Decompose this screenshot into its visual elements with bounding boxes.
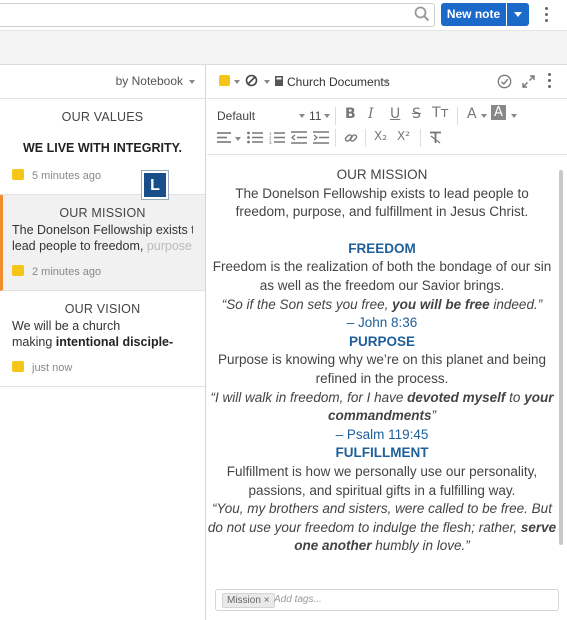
- section-heading: FULFILLMENT: [335, 445, 429, 461]
- scrollbar-thumb[interactable]: [559, 170, 563, 545]
- divider: [335, 107, 336, 125]
- scripture-quote: “I will walk in freedom, for I have devo…: [210, 389, 554, 424]
- remove-tag-icon[interactable]: ×: [264, 595, 270, 606]
- app-badge-icon: L: [142, 171, 168, 199]
- editor-header: Church Documents: [207, 65, 567, 99]
- note-card-our-vision[interactable]: OUR VISION We will be a church making in…: [0, 291, 205, 387]
- add-tags-input[interactable]: Add tags...: [274, 594, 322, 605]
- new-note-dropdown-button[interactable]: [507, 3, 529, 26]
- notebook-icon: [275, 76, 283, 86]
- divider: [335, 129, 336, 147]
- reminder-off-icon[interactable]: [245, 74, 258, 87]
- chevron-down-icon[interactable]: [189, 80, 195, 84]
- tag-chip[interactable]: Mission ×: [222, 593, 275, 608]
- note-menu-icon[interactable]: [548, 73, 552, 89]
- tag-bar[interactable]: Mission × Add tags...: [215, 589, 559, 611]
- note-meta: just now: [12, 361, 72, 374]
- note-list: by Notebook OUR VALUES WE LIVE WITH INTE…: [0, 65, 206, 620]
- align-icon[interactable]: [217, 131, 235, 144]
- section-heading: PURPOSE: [348, 333, 416, 349]
- svg-text:3: 3: [269, 140, 272, 144]
- subscript-icon[interactable]: X₂: [374, 129, 387, 143]
- expand-icon[interactable]: [522, 75, 535, 88]
- paragraph: Fulfillment is how we personally use our…: [226, 463, 538, 498]
- link-icon[interactable]: [344, 131, 358, 145]
- notebook-name[interactable]: Church Documents: [287, 75, 390, 89]
- note-card-our-mission[interactable]: OUR MISSION The Donelson Fellowship exis…: [0, 195, 205, 291]
- bullet-list-icon[interactable]: [247, 131, 263, 144]
- superscript-icon[interactable]: X²: [397, 129, 410, 143]
- note-list-header: by Notebook: [0, 65, 205, 99]
- scrollbar[interactable]: [557, 156, 565, 576]
- note-heading: OUR MISSION: [336, 167, 428, 182]
- text-size-icon[interactable]: Tт: [432, 105, 449, 121]
- sticky-note-icon: [12, 265, 24, 276]
- chevron-down-icon[interactable]: [511, 114, 517, 118]
- section-heading: FREEDOM: [348, 240, 416, 256]
- italic-icon[interactable]: I: [368, 106, 374, 122]
- new-note-button[interactable]: New note: [441, 3, 506, 26]
- note-time: 5 minutes ago: [32, 170, 102, 182]
- chevron-down-icon[interactable]: [481, 114, 487, 118]
- chevron-down-icon[interactable]: [324, 114, 330, 118]
- note-meta: 5 minutes ago: [12, 169, 101, 182]
- chevron-down-icon[interactable]: [299, 114, 305, 118]
- divider: [457, 107, 458, 125]
- numbered-list-icon[interactable]: 123: [269, 131, 285, 144]
- format-toolbar: Default 11 B I U S Tт A A 123 X₂ X²: [207, 99, 567, 155]
- note-card-our-values[interactable]: OUR VALUES WE LIVE WITH INTEGRITY. 5 min…: [0, 99, 205, 195]
- note-time: 2 minutes ago: [32, 266, 102, 278]
- sticky-note-icon: [12, 361, 24, 372]
- scripture-quote: “So if the Son sets you free, you will b…: [221, 296, 543, 312]
- clear-formatting-icon[interactable]: [429, 131, 442, 144]
- search-input[interactable]: [0, 3, 435, 27]
- toolbar-band: [0, 30, 567, 65]
- bold-icon[interactable]: B: [345, 106, 356, 122]
- note-editor: Church Documents Default 11 B I U S Tт A…: [207, 65, 567, 620]
- app-menu-icon[interactable]: [545, 7, 549, 23]
- note-title: OUR VISION: [64, 302, 141, 316]
- paragraph: Purpose is knowing why we’re on this pla…: [218, 352, 546, 386]
- note-snippet: WE LIVE WITH INTEGRITY.: [22, 141, 183, 155]
- search-icon[interactable]: [414, 6, 430, 22]
- note-snippet: The Donelson Fellowship exists to lead p…: [12, 223, 193, 253]
- top-bar: New note: [0, 0, 567, 30]
- scripture-reference: – Psalm 119:45: [335, 426, 429, 442]
- note-title: OUR VALUES: [61, 110, 144, 124]
- font-size-select[interactable]: 11: [309, 109, 321, 123]
- divider: [365, 129, 366, 147]
- sort-by-notebook[interactable]: by Notebook: [116, 74, 183, 88]
- text-color-icon[interactable]: A: [467, 106, 477, 122]
- chevron-down-icon[interactable]: [235, 137, 241, 141]
- underline-icon[interactable]: U: [390, 106, 400, 122]
- strikethrough-icon[interactable]: S: [412, 106, 421, 122]
- paragraph: Freedom is the realization of both the b…: [212, 259, 552, 293]
- outdent-icon[interactable]: [291, 131, 307, 144]
- scripture-quote: “You, my brothers and sisters, were call…: [207, 501, 557, 554]
- chevron-down-icon[interactable]: [264, 80, 270, 84]
- note-time: just now: [32, 362, 73, 374]
- font-family-select[interactable]: Default: [217, 109, 255, 123]
- check-circle-icon[interactable]: [497, 74, 512, 89]
- sticky-note-icon: [12, 169, 24, 180]
- note-meta: 2 minutes ago: [12, 265, 101, 278]
- sticky-color-icon[interactable]: [219, 75, 230, 86]
- scripture-reference: – John 8:36: [346, 315, 418, 331]
- paragraph: The Donelson Fellowship exists to lead p…: [235, 185, 529, 220]
- note-body[interactable]: OUR MISSION The Donelson Fellowship exis…: [207, 156, 557, 576]
- divider: [420, 129, 421, 147]
- highlight-icon[interactable]: A: [491, 105, 506, 120]
- chevron-down-icon[interactable]: [383, 80, 389, 84]
- indent-icon[interactable]: [313, 131, 329, 144]
- chevron-down-icon[interactable]: [234, 80, 240, 84]
- note-snippet: We will be a church making intentional d…: [12, 319, 174, 349]
